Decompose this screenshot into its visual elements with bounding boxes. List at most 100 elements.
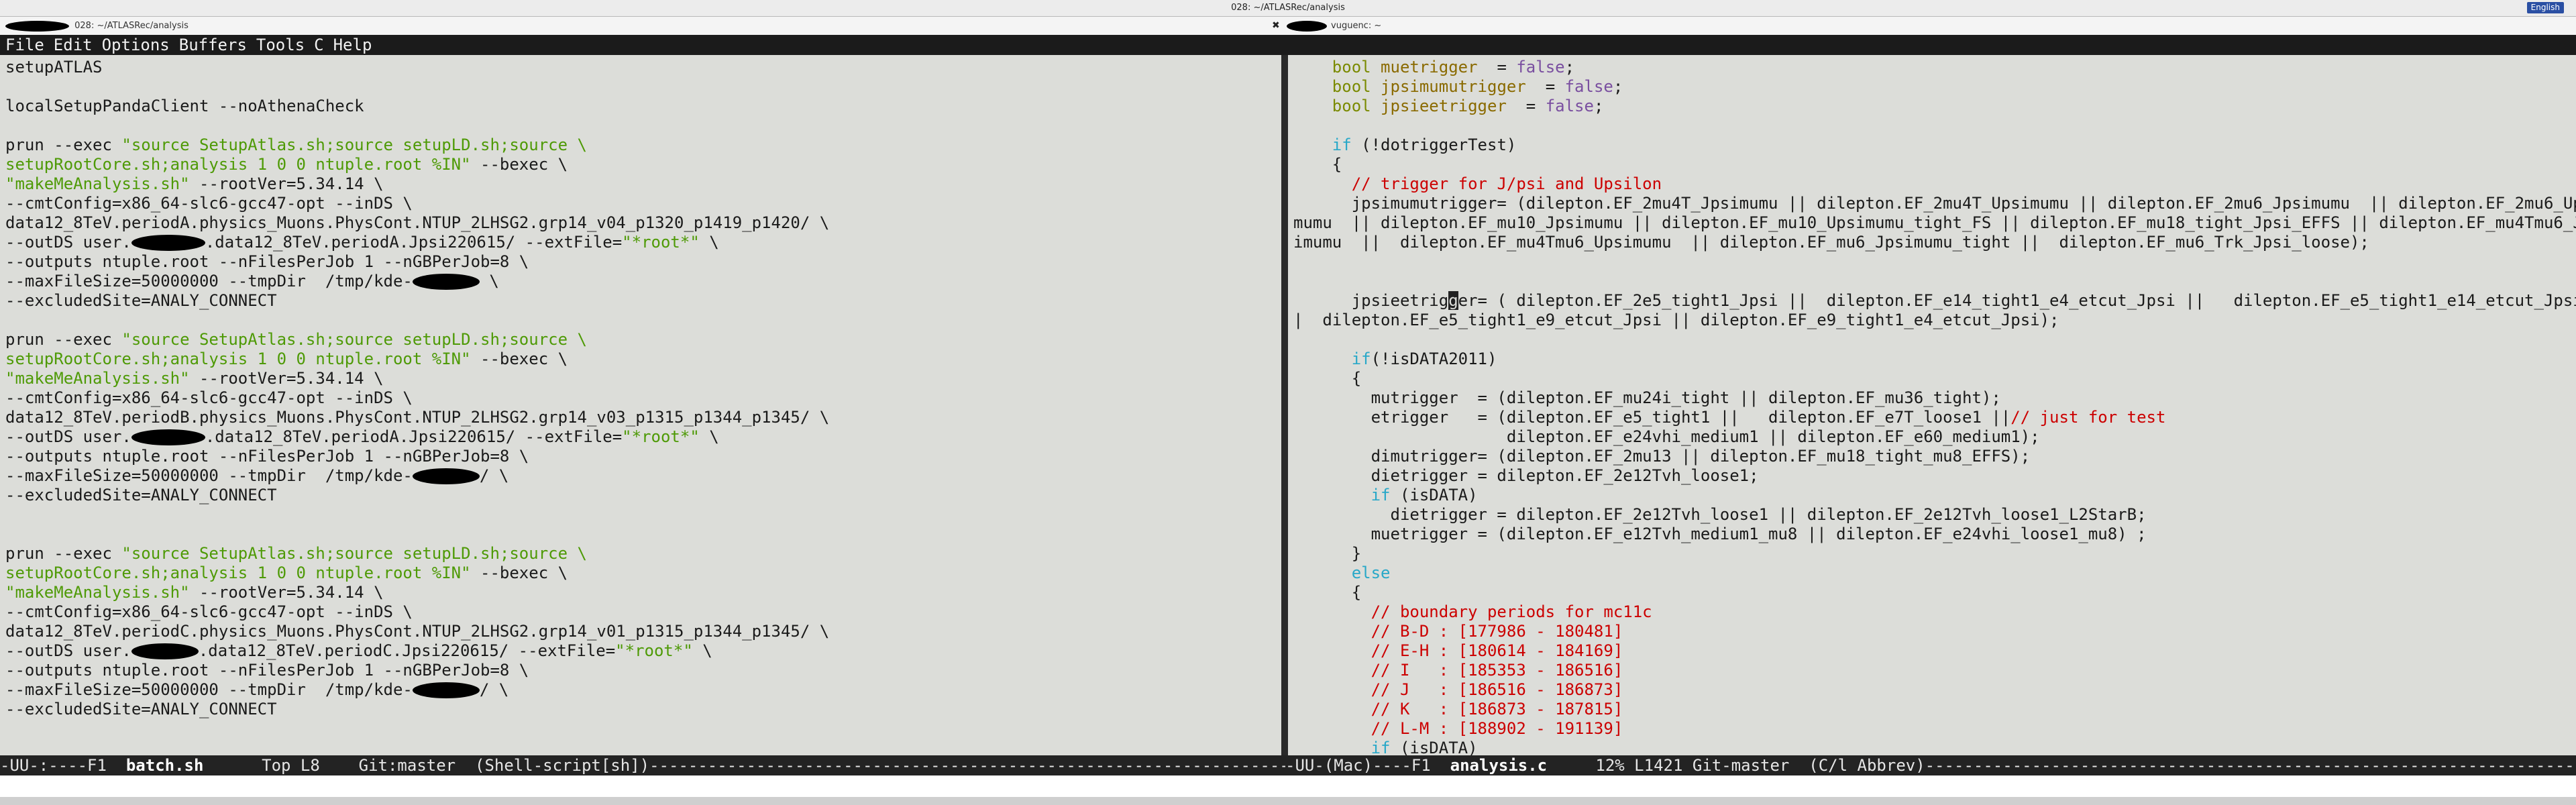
keyboard-layout-indicator[interactable]: English <box>2526 2 2564 13</box>
code-line[interactable]: if (!dotriggerTest) <box>1293 136 1517 155</box>
editor-pane-batch-sh[interactable]: setupATLAS localSetupPandaClient --noAthe… <box>0 55 1281 755</box>
code-line[interactable]: "makeMeAnalysis.sh" --rootVer=5.34.14 \ <box>5 369 384 388</box>
close-icon[interactable]: ✖ <box>1272 20 1280 31</box>
code-line[interactable]: --outputs ntuple.root --nFilesPerJob 1 -… <box>5 661 529 680</box>
code-line[interactable]: // boundary periods for mc11c <box>1293 602 1652 622</box>
code-line[interactable]: --cmtConfig=x86_64-slc6-gcc47-opt --inDS… <box>5 602 413 622</box>
code-line[interactable]: prun --exec "source SetupAtlas.sh;source… <box>5 136 587 155</box>
code-line[interactable]: mutrigger = (dilepton.EF_mu24i_tight || … <box>1293 388 2001 408</box>
code-line[interactable]: --outputs ntuple.root --nFilesPerJob 1 -… <box>5 447 529 466</box>
code-line[interactable]: setupRootCore.sh;analysis 1 0 0 ntuple.r… <box>5 564 568 583</box>
code-token: } <box>1293 544 1362 563</box>
code-line[interactable]: dimutrigger= (dilepton.EF_2mu13 || dilep… <box>1293 447 2031 466</box>
code-line[interactable]: --excludedSite=ANALY_CONNECT <box>5 291 277 311</box>
code-line[interactable]: // J : [186516 - 186873] <box>1293 680 1623 700</box>
code-line[interactable]: { <box>1293 369 1361 388</box>
tab-analysis[interactable]: 028: ~/ATLASRec/analysis <box>5 17 189 35</box>
code-token: --bexec \ <box>470 155 568 174</box>
code-token: \ <box>699 427 719 446</box>
menu-options[interactable]: Options <box>102 36 170 54</box>
code-line[interactable]: jpsieetrigger= ( dilepton.EF_2e5_tight1_… <box>1293 291 2576 311</box>
code-token: --outDS user. <box>5 427 131 446</box>
code-line[interactable]: --excludedSite=ANALY_CONNECT <box>5 486 277 505</box>
menu-c[interactable]: C <box>314 36 323 54</box>
code-token: --cmtConfig=x86_64-slc6-gcc47-opt --inDS… <box>5 388 413 407</box>
buffer-name[interactable]: analysis.c <box>1450 756 1548 775</box>
mode-line-info: Top L8 Git:master (Shell-script[sh])----… <box>262 756 1285 775</box>
code-token: if <box>1371 739 1391 755</box>
code-line[interactable]: --outDS user. .data12_8TeV.periodA.Jpsi22… <box>5 427 719 447</box>
code-token: \ <box>692 641 712 660</box>
code-line[interactable]: // B-D : [177986 - 180481] <box>1293 622 1623 641</box>
code-token: = <box>1506 97 1546 115</box>
code-line[interactable]: } <box>1293 544 1361 564</box>
code-line[interactable]: --outDS user. .data12_8TeV.periodC.Jpsi22… <box>5 641 712 661</box>
minibuffer[interactable] <box>0 775 2576 797</box>
code-token: // B-D : [177986 - 180481] <box>1371 622 1623 641</box>
code-line[interactable]: // K : [186873 - 187815] <box>1293 700 1623 719</box>
code-line[interactable]: prun --exec "source SetupAtlas.sh;source… <box>5 544 587 564</box>
menu-buffers[interactable]: Buffers <box>179 36 247 54</box>
code-line[interactable]: // L-M : [188902 - 191139] <box>1293 719 1623 739</box>
code-line[interactable]: jpsimumutrigger= (dilepton.EF_2mu4T_Jpsi… <box>1293 194 2576 213</box>
code-line[interactable]: --maxFileSize=50000000 --tmpDir /tmp/kde… <box>5 466 508 486</box>
code-line[interactable]: bool jpsimumutrigger = false; <box>1293 77 1623 97</box>
code-line[interactable]: "makeMeAnalysis.sh" --rootVer=5.34.14 \ <box>5 583 384 602</box>
code-token: "*root*" <box>622 233 700 252</box>
code-token: --outDS user. <box>5 233 131 252</box>
code-token: // just for test <box>2010 408 2166 427</box>
code-line[interactable]: { <box>1293 155 1342 174</box>
code-line[interactable]: else <box>1293 564 1391 583</box>
code-token: jpsimumutrigger <box>1381 77 1526 96</box>
code-line[interactable]: "makeMeAnalysis.sh" --rootVer=5.34.14 \ <box>5 174 384 194</box>
code-line[interactable]: --excludedSite=ANALY_CONNECT <box>5 700 277 719</box>
code-token: jpsieetrigger <box>1381 97 1507 115</box>
code-line[interactable]: // E-H : [180614 - 184169] <box>1293 641 1623 661</box>
code-line[interactable]: --cmtConfig=x86_64-slc6-gcc47-opt --inDS… <box>5 388 413 408</box>
tab-home[interactable]: ✖ vuguenc: ~ <box>1272 17 1381 35</box>
code-line[interactable]: { <box>1293 583 1361 602</box>
code-line[interactable]: --cmtConfig=x86_64-slc6-gcc47-opt --inDS… <box>5 194 413 213</box>
menu-help[interactable]: Help <box>333 36 372 54</box>
code-line[interactable]: if (isDATA) <box>1293 486 1478 505</box>
code-line[interactable]: // I : [185353 - 186516] <box>1293 661 1623 680</box>
menu-tools[interactable]: Tools <box>256 36 305 54</box>
code-line[interactable]: bool jpsieetrigger = false; <box>1293 97 1604 116</box>
code-line[interactable]: data12_8TeV.periodC.physics_Muons.PhysCo… <box>5 622 829 641</box>
code-line[interactable]: setupRootCore.sh;analysis 1 0 0 ntuple.r… <box>5 350 568 369</box>
code-line[interactable]: --outputs ntuple.root --nFilesPerJob 1 -… <box>5 252 529 272</box>
code-line[interactable]: setupATLAS <box>5 58 103 77</box>
code-line[interactable]: if(!isDATA2011) <box>1293 350 1497 369</box>
code-line[interactable]: --maxFileSize=50000000 --tmpDir /tmp/kde… <box>5 680 508 700</box>
code-line[interactable]: imumu || dilepton.EF_mu4Tmu6_Upsimumu ||… <box>1293 233 2369 252</box>
code-line[interactable]: bool muetrigger = false; <box>1293 58 1574 77</box>
code-line[interactable]: | dilepton.EF_e5_tight1_e9_etcut_Jpsi ||… <box>1293 311 2059 330</box>
menu-edit[interactable]: Edit <box>54 36 93 54</box>
code-line[interactable]: data12_8TeV.periodB.physics_Muons.PhysCo… <box>5 408 829 427</box>
code-line[interactable]: // trigger for J/psi and Upsilon <box>1293 174 1662 194</box>
code-token: mutrigger = (dilepton.EF_mu24i_tight || … <box>1293 388 2001 407</box>
code-line[interactable]: localSetupPandaClient --noAthenaCheck <box>5 97 364 116</box>
pane-divider[interactable] <box>1281 55 1288 755</box>
code-line[interactable]: --maxFileSize=50000000 --tmpDir /tmp/kde… <box>5 272 499 291</box>
code-line[interactable]: etrigger = (dilepton.EF_e5_tight1 || dil… <box>1293 408 2166 427</box>
code-line[interactable]: muetrigger = (dilepton.EF_e12Tvh_medium1… <box>1293 525 2147 544</box>
code-line[interactable]: setupRootCore.sh;analysis 1 0 0 ntuple.r… <box>5 155 568 174</box>
code-line[interactable]: prun --exec "source SetupAtlas.sh;source… <box>5 330 587 350</box>
code-line[interactable]: dietrigger = dilepton.EF_2e12Tvh_loose1; <box>1293 466 1759 486</box>
code-line[interactable]: dietrigger = dilepton.EF_2e12Tvh_loose1 … <box>1293 505 2146 525</box>
code-token: .data12_8TeV.periodA.Jpsi220615/ --extFi… <box>205 233 623 252</box>
code-line[interactable]: mumu || dilepton.EF_mu10_Jpsimumu || dil… <box>1293 213 2576 233</box>
code-line[interactable]: data12_8TeV.periodA.physics_Muons.PhysCo… <box>5 213 829 233</box>
code-line[interactable]: if (isDATA) <box>1293 739 1478 755</box>
code-line[interactable]: --outDS user. .data12_8TeV.periodA.Jpsi22… <box>5 233 719 252</box>
buffer-name[interactable]: batch.sh <box>126 756 204 775</box>
code-line[interactable]: dilepton.EF_e24vhi_medium1 || dilepton.E… <box>1293 427 2040 447</box>
menu-file[interactable]: File <box>5 36 44 54</box>
terminal-tab-bar: 028: ~/ATLASRec/analysis ✖ vuguenc: ~ <box>0 17 2576 36</box>
editor-pane-analysis-c[interactable]: bool muetrigger = false; bool jpsimumutr… <box>1288 55 2576 755</box>
